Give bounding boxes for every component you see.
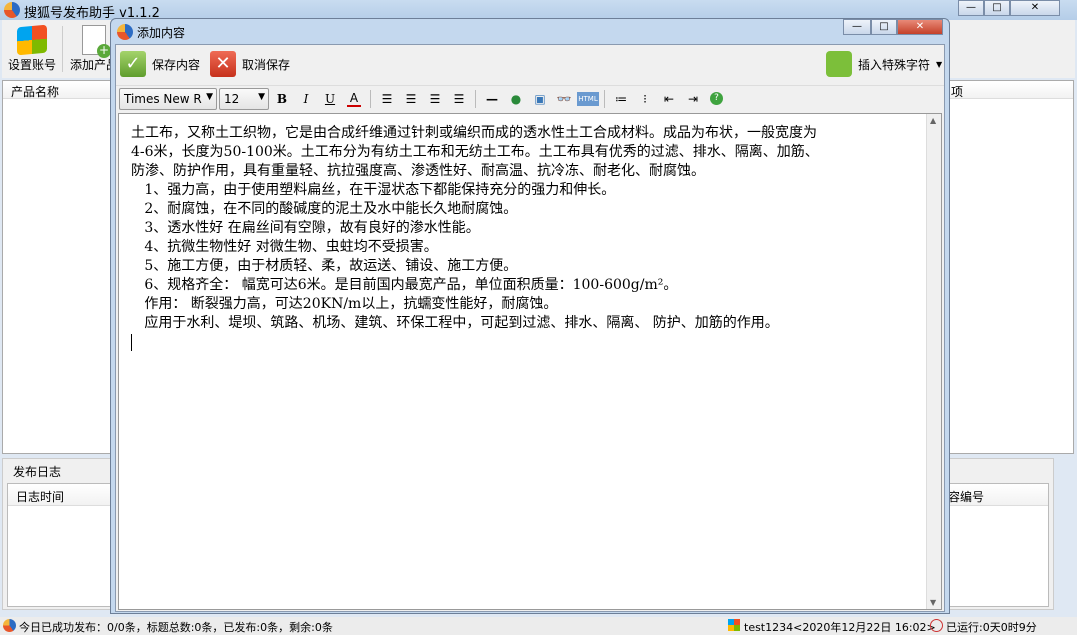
main-maximize-button[interactable]: □ — [984, 0, 1010, 16]
cross-icon: ✕ — [210, 51, 236, 77]
scroll-up-icon[interactable]: ▲ — [930, 116, 936, 125]
status-publish-summary: 今日已成功发布：0/0条，标题总数:0条，已发布:0条，剩余:0条 — [19, 621, 333, 634]
content-editor[interactable]: 土工布，又称土工织物，它是由合成纤维通过针刺或编织而成的透水性土工合成材料。成品… — [118, 113, 942, 610]
main-minimize-button[interactable]: — — [958, 0, 984, 16]
add-content-dialog: 添加内容 — □ ✕ ✓ 保存内容 ✕ 取消保存 插入特殊字符 ▼ Times … — [110, 18, 950, 614]
text-caret — [131, 334, 132, 351]
html-icon[interactable]: HTML — [577, 91, 599, 106]
format-toolbar: Times New R ▼ 12 ▼ B I U A ☰ ☰ ☰ ☰ — ● ▣ 👓… — [116, 85, 944, 111]
text-line: 1、强力高，由于使用塑料扁丝，在干湿状态下都能保持充分的强力和伸长。 — [131, 182, 616, 198]
indent-icon[interactable]: ⇥ — [682, 92, 704, 106]
text-line: 5、施工方便，由于材质轻、柔，故运送、铺设、施工方便。 — [131, 258, 518, 274]
save-content-button[interactable]: ✓ 保存内容 — [120, 49, 200, 79]
dialog-close-button[interactable]: ✕ — [897, 19, 943, 35]
horizontal-rule-icon[interactable]: — — [481, 92, 503, 106]
cancel-save-button[interactable]: ✕ 取消保存 — [210, 49, 290, 79]
chevron-down-icon: ▼ — [258, 91, 265, 102]
font-size-select[interactable]: 12 ▼ — [219, 87, 269, 110]
vertical-scrollbar[interactable]: ▲ ▼ — [926, 114, 941, 609]
status-bar: 今日已成功发布：0/0条，标题总数:0条，已发布:0条，剩余:0条 test12… — [0, 617, 1077, 635]
divider — [475, 89, 476, 108]
text-line: 2、耐腐蚀，在不同的酸碱度的泥土及水中能长久地耐腐蚀。 — [131, 201, 518, 217]
puzzle-icon — [826, 51, 852, 77]
main-titlebar: 搜狐号发布助手 v1.1.2 — □ ✕ — [0, 0, 1077, 21]
help-icon[interactable]: ? — [710, 92, 723, 105]
dialog-minimize-button[interactable]: — — [843, 19, 871, 35]
dialog-title: 添加内容 — [137, 26, 186, 40]
log-group-title: 发布日志 — [13, 465, 62, 479]
align-center-icon[interactable]: ☰ — [400, 92, 422, 106]
link-icon[interactable]: ● — [505, 92, 527, 106]
set-account-label: 设置账号 — [7, 58, 56, 72]
scroll-down-icon[interactable]: ▼ — [930, 598, 936, 607]
editor-text: 土工布，又称土工织物，它是由合成纤维通过针刺或编织而成的透水性土工合成材料。成品… — [131, 124, 931, 333]
font-color-icon[interactable]: A — [347, 91, 361, 107]
main-close-button[interactable]: ✕ — [1010, 0, 1060, 16]
insert-special-label: 插入特殊字符 — [858, 57, 931, 72]
text-line: 4、抗微生物性好 对微生物、虫蛀均不受损害。 — [131, 239, 438, 255]
unordered-list-icon[interactable]: ⁝ — [634, 92, 656, 106]
text-line: 4-6米，长度为50-100米。土工布分为有纺土工布和无纺土工布。土工布具有优秀… — [131, 144, 819, 160]
insert-special-char-button[interactable]: 插入特殊字符 ▼ — [826, 49, 942, 79]
status-runtime: 已运行:0天0时9分 — [946, 621, 1037, 634]
bold-icon[interactable]: B — [271, 92, 293, 106]
outdent-icon[interactable]: ⇤ — [658, 92, 680, 106]
text-line: 6、规格齐全： 幅宽可达6米。是目前国内最宽产品，单位面积质量：100-600g… — [131, 277, 678, 293]
text-line: 应用于水利、堤坝、筑路、机场、建筑、环保工程中，可起到过滤、排水、隔离、 防护、… — [131, 315, 779, 331]
dialog-body: ✓ 保存内容 ✕ 取消保存 插入特殊字符 ▼ Times New R ▼ 12 ▼ … — [115, 44, 945, 612]
font-value: Times New R — [124, 91, 202, 106]
align-left-icon[interactable]: ☰ — [376, 92, 398, 106]
column-partial-label: 容编号 — [948, 490, 985, 504]
text-line: 土工布，又称土工织物，它是由合成纤维通过针刺或编织而成的透水性土工合成材料。成品… — [131, 125, 817, 141]
align-right-icon[interactable]: ☰ — [424, 92, 446, 106]
dialog-logo-icon — [117, 24, 133, 40]
status-user: test1234<2020年12月22日 16:02> — [744, 621, 936, 634]
user-icon — [728, 619, 740, 631]
text-line: 作用： 断裂强力高，可达20KN/m以上，抗蠕变性能好，耐腐蚀。 — [131, 296, 558, 312]
ordered-list-icon[interactable]: ≔ — [610, 92, 632, 106]
clock-icon — [930, 619, 943, 632]
underline-icon[interactable]: U — [319, 92, 341, 106]
divider — [370, 89, 371, 108]
column-partial-label: 项 — [951, 85, 964, 99]
column-label: 日志时间 — [16, 490, 65, 504]
cancel-label: 取消保存 — [242, 57, 291, 72]
find-icon[interactable]: 👓 — [553, 92, 575, 106]
size-value: 12 — [224, 91, 240, 106]
italic-icon[interactable]: I — [295, 92, 317, 106]
app-logo-icon — [4, 2, 20, 18]
save-label: 保存内容 — [152, 57, 201, 72]
set-account-button[interactable]: 设置账号 — [4, 20, 60, 73]
windows-logo-icon — [17, 24, 47, 56]
justify-icon[interactable]: ☰ — [448, 92, 470, 106]
status-globe-icon — [3, 619, 16, 632]
column-label: 产品名称 — [11, 85, 60, 99]
text-line: 防渗、防护作用，具有重量轻、抗拉强度高、渗透性好、耐高温、抗冷冻、耐老化、耐腐蚀… — [131, 163, 705, 179]
image-icon[interactable]: ▣ — [529, 92, 551, 106]
chevron-down-icon: ▼ — [206, 91, 213, 102]
font-family-select[interactable]: Times New R ▼ — [119, 87, 217, 110]
dropdown-arrow-icon: ▼ — [936, 59, 943, 69]
text-line: 3、透水性好 在扁丝间有空隙，故有良好的渗水性能。 — [131, 220, 480, 236]
add-document-icon — [82, 25, 111, 58]
divider — [604, 89, 605, 108]
toolbar-divider — [62, 26, 63, 72]
checkmark-icon: ✓ — [120, 51, 146, 77]
dialog-maximize-button[interactable]: □ — [871, 19, 897, 35]
